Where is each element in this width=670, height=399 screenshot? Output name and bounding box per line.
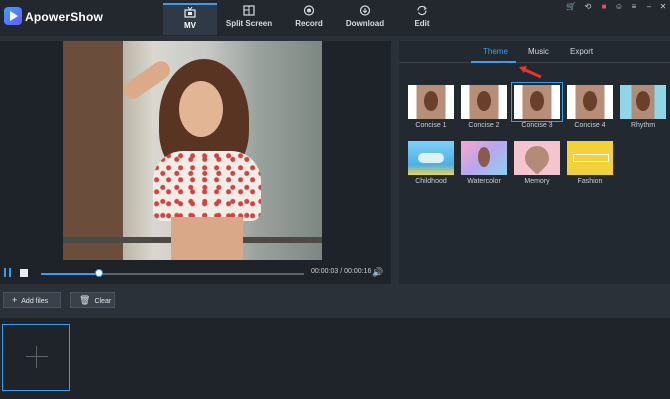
theme-concise-3[interactable]: Concise 3 [511,82,563,129]
menu-icon[interactable]: ≡ [629,2,639,12]
timecode: 00:00:03 / 00:00:16 [311,268,372,275]
theme-thumbnail [620,85,666,119]
close-icon[interactable]: ✕ [658,2,668,12]
theme-label: Concise 2 [468,122,500,129]
trash-icon: 🗑 [79,295,91,305]
theme-concise-1[interactable]: Concise 1 [408,85,454,129]
nav-download-label: Download [345,19,385,28]
theme-label: Concise 3 [521,122,553,129]
annotation-arrow-icon [519,66,542,79]
theme-thumbnail [461,141,507,175]
nav-mv-label: MV [184,21,196,30]
pause-icon[interactable] [4,268,11,277]
stop-icon[interactable] [20,269,28,277]
pin-icon[interactable]: ⟲ [583,2,593,12]
nav-download[interactable]: Download [340,3,390,35]
panel-tabs: Theme Music Export [399,41,670,63]
add-files-label: Add files [21,298,49,305]
apowershow-window: ApowerShow MV Split Screen Record Downlo… [0,0,670,399]
split-screen-icon [243,5,255,16]
nav-split-screen[interactable]: Split Screen [223,3,275,35]
nav-mv[interactable]: MV [163,3,217,35]
app-logo-icon [4,7,22,25]
theme-concise-2[interactable]: Concise 2 [461,85,507,129]
clear-label: Clear [94,298,112,305]
title-bar: ApowerShow MV Split Screen Record Downlo… [0,0,670,36]
theme-label: Concise 4 [574,122,606,129]
tab-music[interactable]: Music [528,47,549,56]
theme-childhood[interactable]: Childhood [408,141,454,185]
theme-label: Rhythm [630,122,656,129]
user-icon[interactable]: ☺ [614,2,624,12]
nav-edit-label: Edit [414,19,430,28]
gift-icon[interactable]: ■ [599,2,609,12]
plus-icon: + [12,295,18,305]
minimize-icon[interactable]: – [644,2,654,12]
cart-icon[interactable]: 🛒 [566,2,576,12]
subject-torso [171,217,243,260]
download-icon [359,5,371,16]
subject-face [179,81,223,137]
seek-bar-progress [41,273,99,275]
nav-record-label: Record [295,19,323,28]
theme-label: Concise 1 [415,122,447,129]
file-toolbar: + Add files 🗑 Clear [0,290,670,314]
theme-thumbnail [408,141,454,175]
active-tab-indicator [471,61,516,63]
add-files-button[interactable]: + Add files [3,292,61,308]
theme-thumbnail [567,85,613,119]
tv-icon [184,7,196,18]
record-icon [303,5,315,16]
theme-panel: Theme Music Export Concise 1 Concise 2 C… [399,41,670,284]
video-preview[interactable] [63,41,322,260]
theme-label: Watercolor [467,178,501,185]
theme-thumbnail [514,141,560,175]
player-controls: 00:00:03 / 00:00:16 🔊 [0,260,391,284]
seek-thumb[interactable] [94,269,103,277]
tab-export[interactable]: Export [570,47,593,56]
nav-split-screen-label: Split Screen [225,19,273,28]
refresh-icon [417,5,427,16]
app-title: ApowerShow [25,10,104,24]
theme-rhythm[interactable]: Rhythm [620,85,666,129]
tab-theme[interactable]: Theme [483,47,508,56]
theme-thumbnail [408,85,454,119]
nav-edit[interactable]: Edit [404,3,440,35]
theme-memory[interactable]: Memory [514,141,560,185]
theme-watercolor[interactable]: Watercolor [461,141,507,185]
theme-label: Childhood [415,178,447,185]
subject-top [153,151,261,221]
volume-icon[interactable]: 🔊 [372,267,383,278]
video-player: 00:00:03 / 00:00:16 🔊 [0,41,391,284]
media-strip [0,318,670,399]
theme-thumbnail [461,85,507,119]
theme-fashion[interactable]: Fashion [567,141,613,185]
add-icon [26,346,48,368]
background-wall [63,41,123,260]
seek-bar[interactable] [41,273,304,275]
theme-thumbnail [567,141,613,175]
theme-thumbnail [511,82,563,122]
clear-button[interactable]: 🗑 Clear [70,292,115,308]
theme-label: Memory [524,178,550,185]
nav-record[interactable]: Record [288,3,330,35]
theme-label: Fashion [577,178,603,185]
add-media-slot[interactable] [2,324,70,391]
theme-concise-4[interactable]: Concise 4 [567,85,613,129]
